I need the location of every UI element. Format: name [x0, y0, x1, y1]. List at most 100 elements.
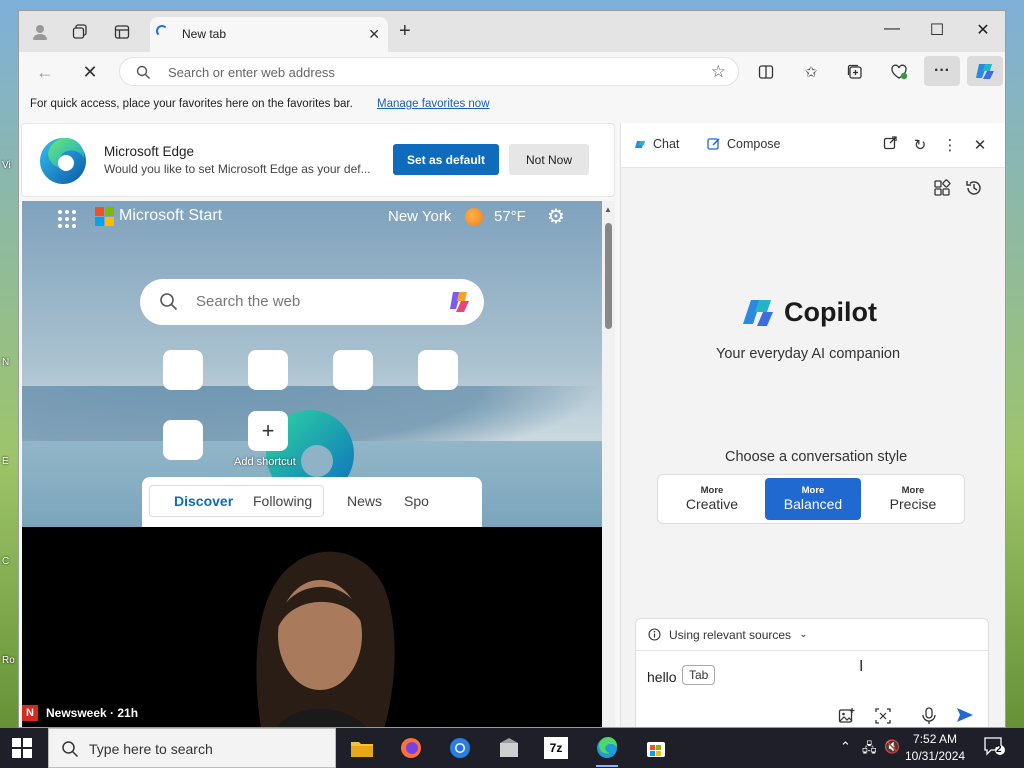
manage-favorites-link[interactable]: Manage favorites now	[377, 98, 490, 110]
minimize-button[interactable]: —	[877, 20, 907, 38]
chevron-down-icon: ⌄	[799, 629, 808, 640]
favorite-star-icon[interactable]: ☆	[711, 62, 726, 82]
workspaces-icon[interactable]	[69, 21, 91, 43]
desktop-label: C	[2, 556, 10, 567]
tab-discover[interactable]: Discover	[174, 493, 233, 509]
shortcut-tile[interactable]	[163, 420, 203, 460]
news-source[interactable]: N Newsweek · 21h	[22, 703, 138, 723]
add-shortcut-button[interactable]: +	[248, 411, 288, 451]
clock[interactable]: 7:52 AM 10/31/2024	[905, 731, 965, 765]
scroll-thumb[interactable]	[605, 223, 612, 329]
style-balanced-button[interactable]: More Balanced	[765, 478, 861, 520]
favorites-bar: For quick access, place your favorites h…	[19, 90, 1005, 120]
microsoft-start-brand[interactable]: Microsoft Start	[119, 207, 222, 225]
7zip-icon[interactable]: 7z	[544, 737, 568, 759]
installer-icon[interactable]	[494, 734, 524, 762]
sidebar-tab-compose[interactable]: Compose	[707, 137, 781, 151]
plugins-icon[interactable]	[933, 179, 951, 202]
new-tab-page: Microsoft Start New York 57°F ⚙ Search t…	[22, 201, 602, 727]
windows-start-icon[interactable]	[12, 738, 32, 758]
split-screen-icon[interactable]	[754, 60, 778, 84]
set-as-default-button[interactable]: Set as default	[393, 144, 499, 175]
desktop-label: Vi	[2, 160, 11, 171]
close-tab-icon[interactable]: ✕	[368, 26, 380, 43]
settings-more-button[interactable]: ···	[924, 56, 960, 86]
chat-input-box[interactable]: Using relevant sources ⌄ hello Tab	[635, 618, 989, 727]
shortcut-tile[interactable]	[248, 350, 288, 390]
address-placeholder: Search or enter web address	[168, 65, 335, 80]
shortcut-tile[interactable]	[333, 350, 373, 390]
scroll-up-arrow-icon[interactable]: ▲	[604, 205, 612, 214]
app-launcher-icon[interactable]	[57, 209, 77, 234]
firefox-icon[interactable]	[396, 734, 426, 762]
close-window-button[interactable]: ✕	[968, 20, 998, 40]
tab-key-hint: Tab	[682, 665, 716, 685]
address-bar[interactable]: Search or enter web address ☆	[119, 57, 739, 86]
tab-sports[interactable]: Spo	[404, 493, 429, 509]
style-label: Creative	[685, 496, 739, 512]
news-card[interactable]: N Newsweek · 21h	[22, 527, 602, 727]
maximize-button[interactable]: ☐	[922, 20, 952, 40]
compose-icon	[707, 138, 720, 150]
page-scrollbar[interactable]: ▲	[602, 201, 615, 727]
tab-actions-icon[interactable]	[111, 21, 133, 43]
tab-bar: New tab ✕ + — ☐ ✕	[19, 11, 1005, 52]
chat-icon	[635, 140, 645, 148]
screenshot-icon[interactable]	[872, 707, 894, 727]
copilot-icon[interactable]	[444, 288, 474, 316]
style-precise-button[interactable]: More Precise	[865, 478, 961, 520]
send-icon[interactable]	[954, 707, 976, 727]
copilot-button[interactable]	[967, 56, 1003, 86]
microsoft-logo-icon	[95, 207, 114, 226]
stop-loading-icon[interactable]: ✕	[79, 61, 101, 83]
news-photo	[256, 551, 395, 727]
style-small-label: More	[801, 485, 825, 496]
chat-input[interactable]: hello	[647, 669, 677, 685]
news-source-label: Newsweek · 21h	[46, 706, 139, 720]
more-options-icon[interactable]: ⋮	[940, 136, 960, 154]
close-sidebar-icon[interactable]: ✕	[970, 136, 990, 154]
page-settings-gear-icon[interactable]: ⚙	[547, 204, 565, 229]
show-hidden-icons-chevron-icon[interactable]: ⌃	[840, 739, 851, 755]
desktop-label: N	[2, 357, 10, 368]
weather-city[interactable]: New York	[388, 208, 451, 225]
history-icon[interactable]	[965, 179, 983, 202]
shortcut-tile[interactable]	[163, 350, 203, 390]
web-search-box[interactable]: Search the web	[140, 279, 484, 325]
sources-dropdown[interactable]: Using relevant sources ⌄	[636, 619, 988, 651]
collections-icon[interactable]	[843, 60, 867, 84]
banner-subtitle: Would you like to set Microsoft Edge as …	[104, 162, 371, 176]
sidebar-tab-chat[interactable]: Chat	[634, 137, 679, 151]
not-now-button[interactable]: Not Now	[509, 144, 589, 175]
info-icon	[648, 628, 661, 641]
conversation-style-heading: Choose a conversation style	[725, 449, 908, 465]
volume-muted-icon[interactable]: 🔇	[884, 739, 900, 755]
tab-news[interactable]: News	[347, 493, 382, 509]
add-image-icon[interactable]	[836, 707, 858, 727]
style-creative-button[interactable]: More Creative	[664, 478, 760, 520]
browser-essentials-icon[interactable]	[887, 60, 911, 84]
favorites-icon[interactable]: ✩	[799, 60, 823, 84]
microphone-icon[interactable]	[918, 707, 940, 727]
back-arrow-icon[interactable]: ←	[34, 61, 56, 83]
style-label: Balanced	[783, 496, 843, 512]
store-icon[interactable]	[641, 734, 671, 762]
taskbar-search[interactable]: Type here to search	[48, 728, 336, 768]
file-explorer-icon[interactable]	[347, 734, 377, 762]
network-icon[interactable]: 🖧	[862, 739, 877, 761]
weather-temp[interactable]: 57°F	[494, 208, 526, 225]
notifications-icon[interactable]: 2	[983, 736, 1005, 758]
desktop-label: E	[2, 456, 9, 467]
edge-taskbar-icon[interactable]	[592, 734, 622, 767]
tab-new-tab[interactable]: New tab ✕	[150, 17, 388, 52]
shortcut-tile[interactable]	[418, 350, 458, 390]
open-in-new-icon[interactable]	[880, 136, 900, 154]
new-tab-button[interactable]: +	[399, 21, 411, 41]
profile-icon[interactable]	[29, 21, 51, 43]
sidebar-header: Chat Compose ↻ ⋮ ✕	[621, 123, 1005, 168]
chrome-icon[interactable]	[445, 734, 475, 762]
style-small-label: More	[700, 485, 724, 496]
tab-following[interactable]: Following	[253, 493, 312, 509]
refresh-icon[interactable]: ↻	[910, 136, 930, 154]
chat-label: Chat	[653, 137, 680, 151]
